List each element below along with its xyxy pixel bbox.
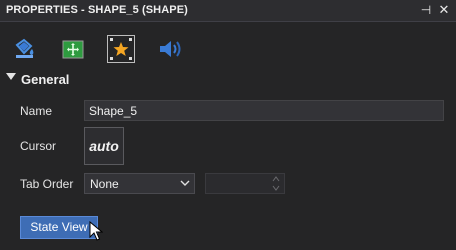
move-layout-icon[interactable] xyxy=(60,36,86,62)
star-selection-icon[interactable] xyxy=(107,35,135,63)
tab-order-select[interactable]: None xyxy=(84,173,195,194)
close-icon[interactable]: ✕ xyxy=(436,2,452,18)
cursor-label: Cursor xyxy=(20,139,57,153)
name-input[interactable] xyxy=(84,100,444,121)
chevron-down-icon xyxy=(180,180,190,186)
panel-title: PROPERTIES - SHAPE_5 (SHAPE) xyxy=(6,4,188,16)
sound-speaker-icon[interactable] xyxy=(156,36,182,62)
tab-order-label: Tab Order xyxy=(20,177,74,191)
properties-panel: PROPERTIES - SHAPE_5 (SHAPE) ⊣ ✕ General… xyxy=(0,0,456,250)
expand-chevron-icon[interactable] xyxy=(6,73,16,80)
general-section-header[interactable]: General xyxy=(0,70,456,88)
stepper-down-icon[interactable] xyxy=(272,184,280,192)
pin-icon[interactable]: ⊣ xyxy=(418,2,434,18)
state-view-button[interactable]: State View xyxy=(20,216,98,239)
tab-order-value: None xyxy=(90,177,119,191)
properties-toolbar xyxy=(0,22,456,64)
stepper-up-icon[interactable] xyxy=(272,175,280,183)
tab-index-stepper[interactable] xyxy=(205,173,285,194)
fill-bucket-icon[interactable] xyxy=(12,36,38,62)
cursor-value-box[interactable]: auto xyxy=(84,127,124,165)
panel-titlebar: PROPERTIES - SHAPE_5 (SHAPE) ⊣ ✕ xyxy=(0,0,456,22)
name-label: Name xyxy=(20,104,53,118)
mouse-pointer-icon xyxy=(89,221,103,241)
section-title: General xyxy=(21,72,70,87)
